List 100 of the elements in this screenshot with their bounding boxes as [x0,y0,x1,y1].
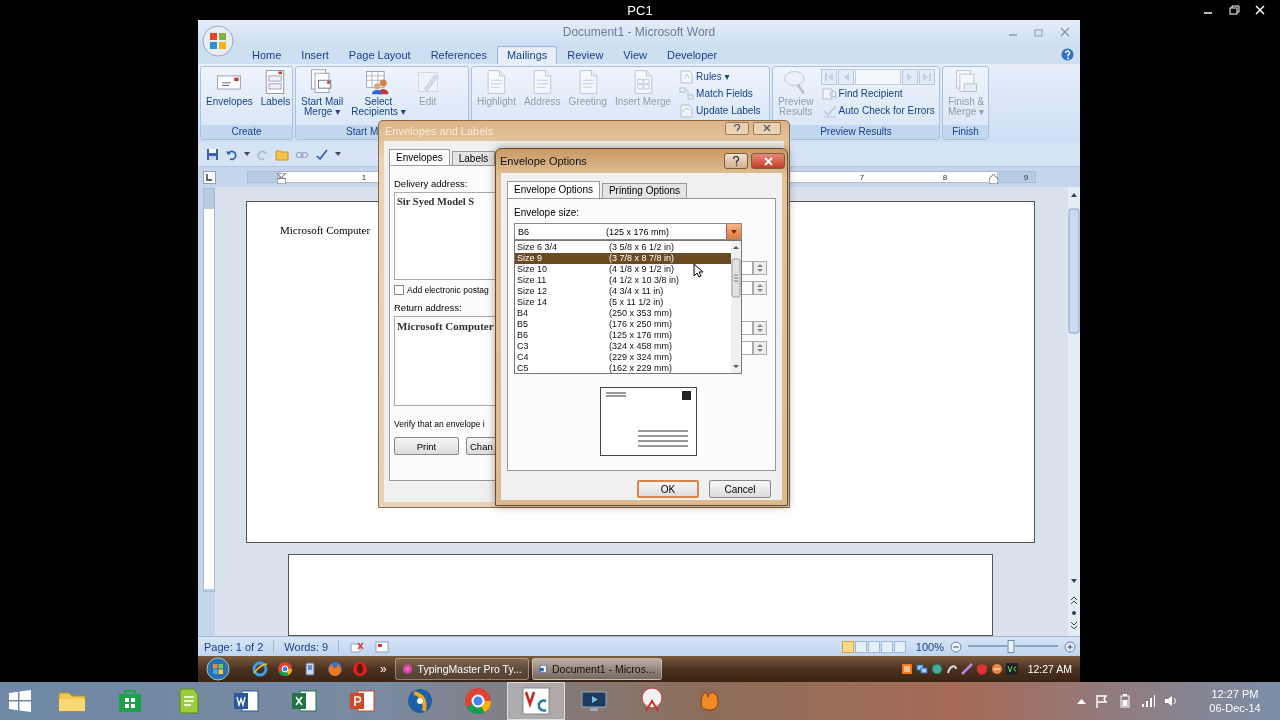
option-size: (3 5/8 x 6 1/2 in) [609,242,675,253]
list-option[interactable]: Size 11 (4 1/2 x 10 3/8 in) [515,275,731,286]
ribbon-button[interactable]: Select Recipients ▾ [348,68,409,117]
ribbon-tab[interactable]: View [613,46,657,64]
windows-logo-icon[interactable] [8,689,32,713]
list-option[interactable]: Size 9 (3 7/8 x 8 7/8 in) [515,253,731,264]
dropdown-value: B6 [518,226,530,237]
firefox-icon[interactable] [327,661,343,677]
restore-icon[interactable] [1228,4,1240,16]
list-option[interactable]: C4 (229 x 324 mm) [515,352,731,363]
app-icon [900,663,913,675]
clock-time: 12:27 PM [1211,687,1259,701]
field-label: Return address: [394,302,462,313]
tab-selector-icon[interactable] [203,170,216,184]
close-button[interactable] [753,121,781,135]
ribbon-tab[interactable]: Page Layout [338,46,421,64]
spinner-icon[interactable] [753,281,767,295]
ruler-margin [248,172,281,182]
help-button[interactable] [725,121,749,135]
start-button-icon[interactable] [206,657,230,681]
list-option[interactable]: Size 6 3/4 (3 5/8 x 6 1/2 in) [515,242,731,253]
taskbar-button[interactable]: TypingMaster Pro Ty... [394,658,529,680]
help-icon[interactable] [1061,47,1074,61]
dropdown-list[interactable] [514,240,742,374]
zoom-out-icon[interactable] [950,640,962,653]
browser-icon[interactable] [252,661,268,677]
rules-icon [679,69,695,84]
up-arrow-icon[interactable] [1077,698,1086,704]
list-option[interactable]: Size 10 (4 1/8 x 9 1/2 in) [515,264,731,275]
dropdown-icon[interactable] [244,151,250,157]
close-button[interactable] [751,153,785,169]
dialog-tab[interactable]: Envelopes [389,149,450,165]
ruler-margin [997,172,1035,182]
help-button[interactable] [724,153,748,169]
spinner-icon[interactable] [753,341,767,355]
dialog-tab[interactable]: Labels [451,151,496,165]
list-option[interactable]: Size 12 (4 3/4 x 11 in) [515,286,731,297]
hint-text: Verify that an envelope i [394,419,485,429]
ribbon-tab[interactable]: References [420,46,497,64]
dropdown-icon[interactable] [335,151,341,157]
list-option[interactable]: B4 (250 x 353 mm) [515,308,731,319]
save-icon[interactable] [206,147,219,161]
dialog-button[interactable]: Cancel [709,480,771,498]
dialog-button[interactable]: Print [394,437,459,455]
dialog-button[interactable]: OK [637,480,699,498]
option-name: C4 [517,352,530,363]
flag-icon[interactable] [1095,694,1109,708]
option-name: B5 [517,319,529,330]
ruler-number: 8 [942,172,948,183]
ribbon-tab[interactable]: Mailings [496,46,558,64]
app-icon [401,662,413,676]
dialog-tab[interactable]: Envelope Options [507,181,600,198]
dialog-title: Envelopes and Labels [385,125,495,137]
volume-icon[interactable] [1164,694,1178,708]
taskbar-button[interactable]: Document1 - Micros... [531,658,662,680]
chrome-icon [462,685,494,717]
checkbox[interactable] [394,285,404,295]
group-label: Start M [346,126,379,137]
option-name: Size 14 [517,297,549,308]
spelling-icon[interactable] [315,147,329,161]
list-option[interactable]: B6 (125 x 176 mm) [515,330,731,341]
device-icon[interactable] [302,661,318,677]
indent-marker-icon[interactable] [277,173,286,184]
dialog-tab[interactable]: Printing Options [601,183,688,198]
app-icon [945,663,958,675]
slider-thumb[interactable] [1007,640,1015,653]
dialog-title: Envelope Options [500,155,588,167]
overflow-chevron[interactable]: » [380,662,387,676]
envelope-size-dropdown[interactable]: B6 (125 x 176 mm) [514,223,742,240]
taskbar-app[interactable] [507,682,565,720]
option-size: (250 x 353 mm) [609,308,673,319]
skip-back-icon [823,71,834,82]
opera-icon[interactable] [352,661,368,677]
ribbon-button[interactable]: Labels [257,68,294,107]
spinner-icon[interactable] [753,321,767,335]
list-option[interactable]: C5 (162 x 229 mm) [515,363,731,374]
ribbon-tab[interactable]: Developer [657,46,728,64]
battery-icon[interactable] [1118,694,1132,708]
mouse-pointer-icon [693,263,703,278]
signal-icon[interactable] [1141,694,1155,708]
skip-forward-icon [921,71,932,82]
ruler-number: 7 [859,172,865,183]
zoom-in-icon[interactable] [1064,640,1076,653]
ribbon-button[interactable]: Start Mail Merge ▾ [298,68,347,117]
ribbon-tab[interactable]: Insert [291,46,339,64]
field-label: Envelope size: [514,207,581,218]
list-option[interactable]: B5 (176 x 250 mm) [515,319,731,330]
shield-icon [975,663,988,675]
spinner-icon[interactable] [753,261,767,275]
list-option[interactable]: C3 (324 x 458 mm) [515,341,731,352]
ribbon-button[interactable]: Envelopes [203,68,256,107]
option-size: (324 x 458 mm) [609,341,673,352]
ribbon-tab[interactable]: Home [242,46,292,64]
option-name: Size 6 3/4 [517,242,559,253]
ribbon-tab[interactable]: Review [557,46,614,64]
find-recipient-icon [821,86,837,101]
macro-record-icon[interactable] [375,640,390,653]
list-option[interactable]: Size 14 (5 x 11 1/2 in) [515,297,731,308]
close-icon [763,156,773,166]
chrome-icon[interactable] [277,661,293,677]
